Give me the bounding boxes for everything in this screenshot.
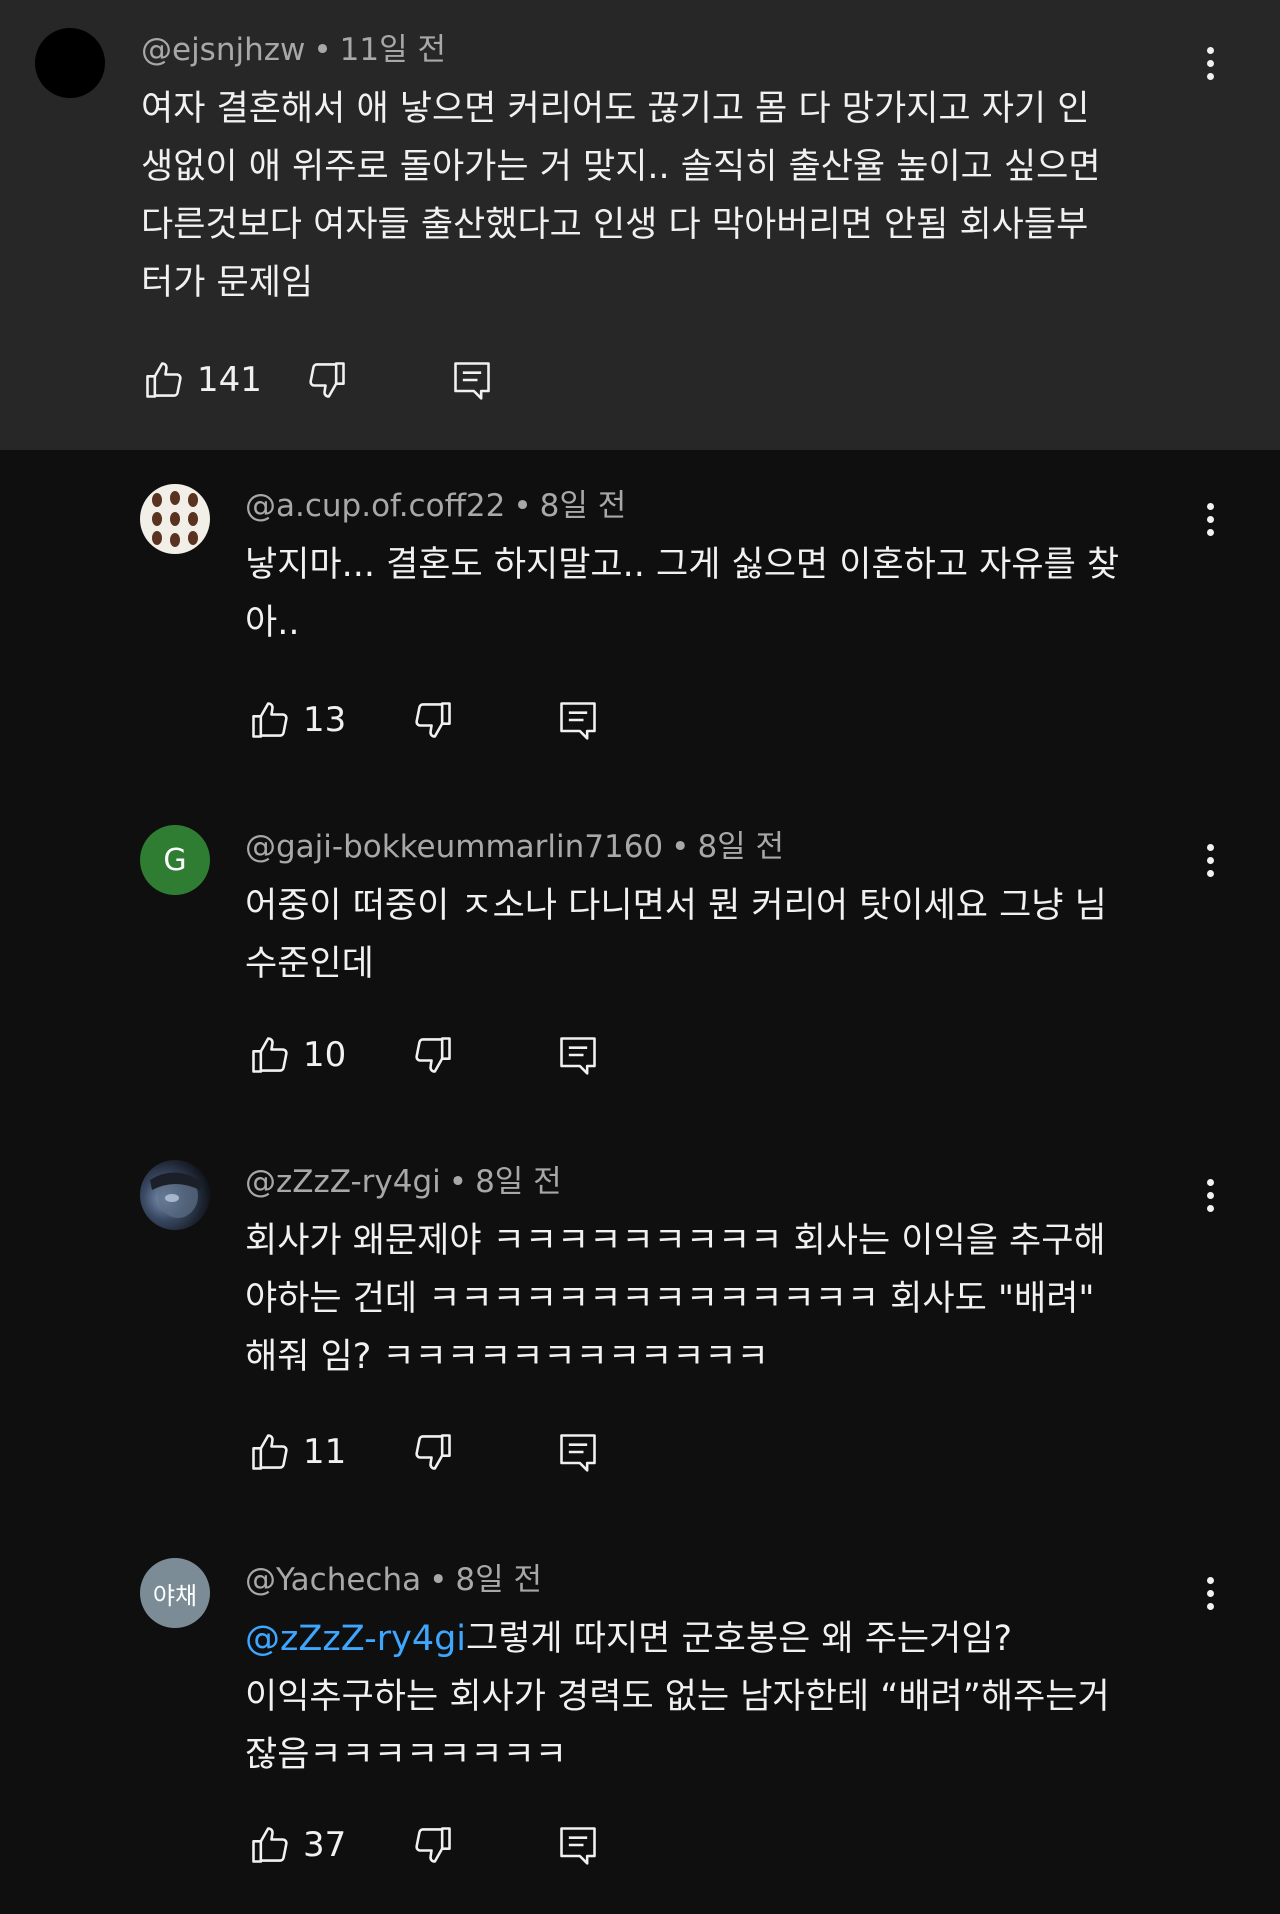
meta-separator: • (671, 829, 690, 865)
like-count: 13 (303, 700, 347, 740)
dislike-button[interactable] (302, 355, 352, 405)
comment-meta: @ejsnjhzw • 11일 전 (141, 30, 446, 70)
like-button[interactable] (139, 355, 189, 405)
author-handle[interactable]: @gaji-bokkeummarlin7160 (245, 829, 663, 865)
comment-time: 8일 전 (475, 1164, 562, 1200)
meta-separator: • (429, 1562, 448, 1598)
more-vert-icon[interactable] (1198, 38, 1222, 88)
reply-icon (560, 1827, 596, 1865)
author-handle[interactable]: @ejsnjhzw (141, 32, 305, 68)
comment-meta: @gaji-bokkeummarlin7160 • 8일 전 (245, 827, 784, 867)
like-count: 141 (197, 360, 262, 400)
reply-button[interactable] (553, 695, 603, 745)
comment-text: @zZzZ-ry4gi그렇게 따지면 군호봉은 왜 주는거임? 이익추구하는 회… (245, 1610, 1205, 1784)
comments-page: @ejsnjhzw • 11일 전 여자 결혼해서 애 낳으면 커리어도 끊기고 몸… (0, 0, 1280, 1914)
more-vert-icon[interactable] (1198, 835, 1222, 885)
reply-button[interactable] (553, 1820, 603, 1870)
comment-meta: @zZzZ-ry4gi • 8일 전 (245, 1162, 562, 1202)
avatar[interactable] (140, 484, 210, 554)
avatar-letter: 야채 (152, 1581, 198, 1610)
comment-time: 8일 전 (455, 1562, 543, 1598)
comment-actions: 141 (139, 355, 539, 405)
comment-actions: 13 (245, 695, 645, 745)
mention-link[interactable]: @zZzZ-ry4gi (245, 1619, 466, 1659)
more-vert-icon[interactable] (1198, 1170, 1222, 1220)
comment-meta: @a.cup.of.coff22 • 8일 전 (245, 486, 626, 526)
thumbs-down-icon (415, 1827, 451, 1863)
comment-actions: 37 (245, 1820, 645, 1870)
thumbs-down-icon (415, 1434, 451, 1470)
like-button[interactable] (245, 1030, 295, 1080)
like-button[interactable] (245, 1820, 295, 1870)
avatar[interactable] (35, 28, 105, 98)
dislike-button[interactable] (408, 1427, 458, 1477)
like-button[interactable] (245, 695, 295, 745)
comment-text: 회사가 왜문제야 ㅋㅋㅋㅋㅋㅋㅋㅋㅋ 회사는 이익을 추구해 야하는 건데 ㅋㅋ… (245, 1221, 1106, 1377)
reply-icon (560, 702, 596, 740)
reply-icon (454, 362, 490, 400)
like-count: 10 (303, 1035, 347, 1075)
comment-text: 어중이 떠중이 ㅈ소나 다니면서 뭔 커리어 탓이세요 그냥 님 수준인데 (245, 886, 1107, 984)
thumbs-down-icon (309, 362, 345, 398)
more-vert-icon[interactable] (1198, 1568, 1222, 1618)
reply-button[interactable] (553, 1427, 603, 1477)
comment-text: 여자 결혼해서 애 낳으면 커리어도 끊기고 몸 다 망가지고 자기 인 생없이… (141, 89, 1101, 303)
comment-time: 8일 전 (539, 488, 627, 524)
comment-time: 8일 전 (697, 829, 785, 865)
reply-button[interactable] (447, 355, 497, 405)
thumbs-down-icon (415, 702, 451, 738)
thumbs-up-icon (252, 1037, 288, 1073)
thumbs-up-icon (252, 702, 288, 738)
avatar-letter: G (163, 842, 187, 878)
comment-time: 11일 전 (339, 32, 447, 68)
comment-meta: @Yachecha • 8일 전 (245, 1560, 542, 1600)
thumbs-up-icon (252, 1827, 288, 1863)
reply-icon (560, 1434, 596, 1472)
thumbs-down-icon (415, 1037, 451, 1073)
meta-separator: • (513, 488, 532, 524)
author-handle[interactable]: @Yachecha (245, 1562, 421, 1598)
avatar[interactable]: G (140, 825, 210, 895)
more-vert-icon[interactable] (1198, 494, 1222, 544)
coffee-beans-icon (152, 491, 198, 547)
reply-button[interactable] (553, 1030, 603, 1080)
meta-separator: • (313, 32, 332, 68)
like-button[interactable] (245, 1427, 295, 1477)
dislike-button[interactable] (408, 695, 458, 745)
dislike-button[interactable] (408, 1820, 458, 1870)
thumbs-up-icon (146, 362, 182, 398)
comment-actions: 11 (245, 1427, 645, 1477)
avatar[interactable]: 야채 (140, 1558, 210, 1628)
like-count: 11 (303, 1432, 347, 1472)
author-handle[interactable]: @a.cup.of.coff22 (245, 488, 505, 524)
dislike-button[interactable] (408, 1030, 458, 1080)
comment-text: 낳지마... 결혼도 하지말고.. 그게 싫으면 이혼하고 자유를 찾 아.. (245, 545, 1120, 643)
thumbs-up-icon (252, 1434, 288, 1470)
comment-actions: 10 (245, 1030, 645, 1080)
author-handle[interactable]: @zZzZ-ry4gi (245, 1164, 441, 1200)
like-count: 37 (303, 1825, 347, 1865)
avatar[interactable] (140, 1160, 210, 1230)
reply-icon (560, 1037, 596, 1075)
profile-photo-icon (150, 1172, 202, 1218)
meta-separator: • (448, 1164, 468, 1200)
